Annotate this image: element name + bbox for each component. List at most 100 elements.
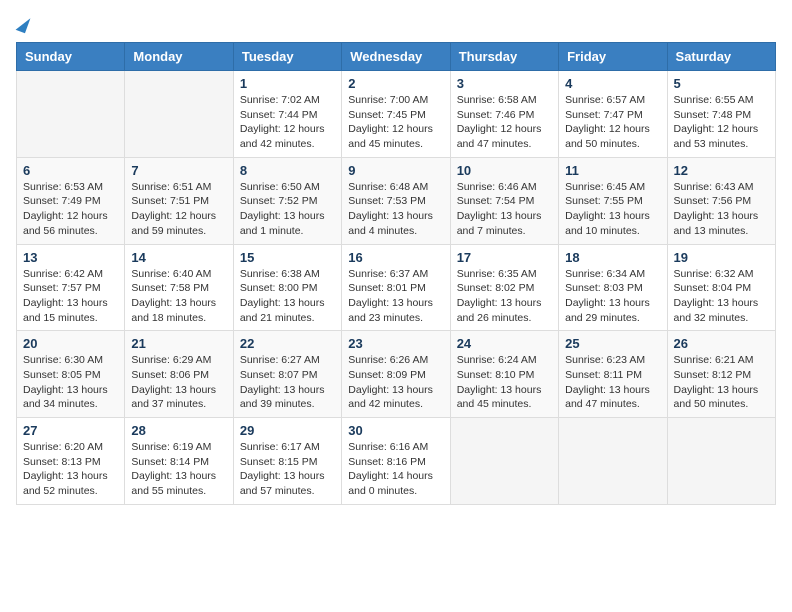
calendar-cell: 30 Sunrise: 6:16 AM Sunset: 8:16 PM Dayli… [342,418,450,505]
day-number: 12 [674,163,769,178]
calendar-cell: 27 Sunrise: 6:20 AM Sunset: 8:13 PM Dayli… [17,418,125,505]
calendar-cell: 20Sunrise: 6:30 AM Sunset: 8:05 PM Dayli… [17,331,125,418]
calendar-cell: 26 Sunrise: 6:21 AM Sunset: 8:12 PM Dayli… [667,331,775,418]
day-detail: Sunrise: 6:20 AM Sunset: 8:13 PM Dayligh… [23,440,118,499]
day-detail: Sunrise: 6:30 AM Sunset: 8:05 PM Dayligh… [23,353,118,412]
day-number: 25 [565,336,660,351]
calendar-cell: 11 Sunrise: 6:45 AM Sunset: 7:55 PM Dayli… [559,157,667,244]
calendar-cell: 22 Sunrise: 6:27 AM Sunset: 8:07 PM Dayli… [233,331,341,418]
day-number: 4 [565,76,660,91]
calendar-cell: 6 Sunrise: 6:53 AM Sunset: 7:49 PM Daylig… [17,157,125,244]
calendar-cell: 10 Sunrise: 6:46 AM Sunset: 7:54 PM Dayli… [450,157,558,244]
day-number: 26 [674,336,769,351]
day-detail: Sunrise: 6:43 AM Sunset: 7:56 PM Dayligh… [674,180,769,239]
calendar-cell: 1 Sunrise: 7:02 AM Sunset: 7:44 PM Daylig… [233,71,341,158]
day-detail: Sunrise: 6:45 AM Sunset: 7:55 PM Dayligh… [565,180,660,239]
calendar-cell: 3 Sunrise: 6:58 AM Sunset: 7:46 PM Daylig… [450,71,558,158]
day-detail: Sunrise: 6:37 AM Sunset: 8:01 PM Dayligh… [348,267,443,326]
weekday-header-monday: Monday [125,43,233,71]
day-detail: Sunrise: 7:00 AM Sunset: 7:45 PM Dayligh… [348,93,443,152]
page-header [16,16,776,32]
day-detail: Sunrise: 6:38 AM Sunset: 8:00 PM Dayligh… [240,267,335,326]
day-number: 24 [457,336,552,351]
day-detail: Sunrise: 6:42 AM Sunset: 7:57 PM Dayligh… [23,267,118,326]
day-detail: Sunrise: 6:26 AM Sunset: 8:09 PM Dayligh… [348,353,443,412]
calendar-cell [125,71,233,158]
calendar-cell: 5Sunrise: 6:55 AM Sunset: 7:48 PM Daylig… [667,71,775,158]
day-number: 5 [674,76,769,91]
calendar-cell: 24 Sunrise: 6:24 AM Sunset: 8:10 PM Dayli… [450,331,558,418]
day-detail: Sunrise: 6:48 AM Sunset: 7:53 PM Dayligh… [348,180,443,239]
day-number: 1 [240,76,335,91]
day-detail: Sunrise: 6:53 AM Sunset: 7:49 PM Dayligh… [23,180,118,239]
day-number: 6 [23,163,118,178]
day-detail: Sunrise: 6:58 AM Sunset: 7:46 PM Dayligh… [457,93,552,152]
calendar-cell [667,418,775,505]
day-number: 17 [457,250,552,265]
day-detail: Sunrise: 6:19 AM Sunset: 8:14 PM Dayligh… [131,440,226,499]
day-number: 21 [131,336,226,351]
day-detail: Sunrise: 6:29 AM Sunset: 8:06 PM Dayligh… [131,353,226,412]
day-number: 3 [457,76,552,91]
calendar-cell: 13 Sunrise: 6:42 AM Sunset: 7:57 PM Dayli… [17,244,125,331]
calendar-cell: 25 Sunrise: 6:23 AM Sunset: 8:11 PM Dayli… [559,331,667,418]
day-detail: Sunrise: 6:21 AM Sunset: 8:12 PM Dayligh… [674,353,769,412]
weekday-header-tuesday: Tuesday [233,43,341,71]
day-number: 8 [240,163,335,178]
calendar-table: SundayMondayTuesdayWednesdayThursdayFrid… [16,42,776,505]
day-number: 28 [131,423,226,438]
weekday-header-sunday: Sunday [17,43,125,71]
day-detail: Sunrise: 6:46 AM Sunset: 7:54 PM Dayligh… [457,180,552,239]
calendar-cell: 18Sunrise: 6:34 AM Sunset: 8:03 PM Dayli… [559,244,667,331]
day-number: 9 [348,163,443,178]
weekday-header-friday: Friday [559,43,667,71]
calendar-cell: 4 Sunrise: 6:57 AM Sunset: 7:47 PM Daylig… [559,71,667,158]
day-number: 29 [240,423,335,438]
day-number: 27 [23,423,118,438]
calendar-cell: 2 Sunrise: 7:00 AM Sunset: 7:45 PM Daylig… [342,71,450,158]
weekday-header-saturday: Saturday [667,43,775,71]
calendar-cell [450,418,558,505]
day-detail: Sunrise: 6:51 AM Sunset: 7:51 PM Dayligh… [131,180,226,239]
day-number: 19 [674,250,769,265]
day-number: 23 [348,336,443,351]
day-number: 10 [457,163,552,178]
day-detail: Sunrise: 6:23 AM Sunset: 8:11 PM Dayligh… [565,353,660,412]
day-number: 13 [23,250,118,265]
calendar-cell: 28 Sunrise: 6:19 AM Sunset: 8:14 PM Dayli… [125,418,233,505]
day-detail: Sunrise: 6:34 AM Sunset: 8:03 PM Dayligh… [565,267,660,326]
calendar-cell: 21 Sunrise: 6:29 AM Sunset: 8:06 PM Dayli… [125,331,233,418]
day-detail: Sunrise: 6:50 AM Sunset: 7:52 PM Dayligh… [240,180,335,239]
calendar-cell: 12 Sunrise: 6:43 AM Sunset: 7:56 PM Dayli… [667,157,775,244]
day-detail: Sunrise: 6:40 AM Sunset: 7:58 PM Dayligh… [131,267,226,326]
calendar-cell: 15 Sunrise: 6:38 AM Sunset: 8:00 PM Dayli… [233,244,341,331]
day-detail: Sunrise: 7:02 AM Sunset: 7:44 PM Dayligh… [240,93,335,152]
day-number: 2 [348,76,443,91]
day-number: 14 [131,250,226,265]
logo [16,16,28,32]
calendar-cell: 19 Sunrise: 6:32 AM Sunset: 8:04 PM Dayli… [667,244,775,331]
day-detail: Sunrise: 6:57 AM Sunset: 7:47 PM Dayligh… [565,93,660,152]
day-number: 15 [240,250,335,265]
day-number: 11 [565,163,660,178]
calendar-cell: 17 Sunrise: 6:35 AM Sunset: 8:02 PM Dayli… [450,244,558,331]
day-number: 22 [240,336,335,351]
calendar-cell: 9 Sunrise: 6:48 AM Sunset: 7:53 PM Daylig… [342,157,450,244]
day-detail: Sunrise: 6:27 AM Sunset: 8:07 PM Dayligh… [240,353,335,412]
day-detail: Sunrise: 6:24 AM Sunset: 8:10 PM Dayligh… [457,353,552,412]
logo-triangle-icon [16,15,31,33]
day-number: 30 [348,423,443,438]
calendar-cell: 16 Sunrise: 6:37 AM Sunset: 8:01 PM Dayli… [342,244,450,331]
day-detail: Sunrise: 6:35 AM Sunset: 8:02 PM Dayligh… [457,267,552,326]
weekday-header-wednesday: Wednesday [342,43,450,71]
calendar-cell: 23 Sunrise: 6:26 AM Sunset: 8:09 PM Dayli… [342,331,450,418]
day-number: 7 [131,163,226,178]
calendar-cell: 7 Sunrise: 6:51 AM Sunset: 7:51 PM Daylig… [125,157,233,244]
day-number: 16 [348,250,443,265]
day-detail: Sunrise: 6:16 AM Sunset: 8:16 PM Dayligh… [348,440,443,499]
calendar-cell: 29 Sunrise: 6:17 AM Sunset: 8:15 PM Dayli… [233,418,341,505]
day-detail: Sunrise: 6:32 AM Sunset: 8:04 PM Dayligh… [674,267,769,326]
calendar-cell [17,71,125,158]
day-detail: Sunrise: 6:17 AM Sunset: 8:15 PM Dayligh… [240,440,335,499]
calendar-cell: 14 Sunrise: 6:40 AM Sunset: 7:58 PM Dayli… [125,244,233,331]
